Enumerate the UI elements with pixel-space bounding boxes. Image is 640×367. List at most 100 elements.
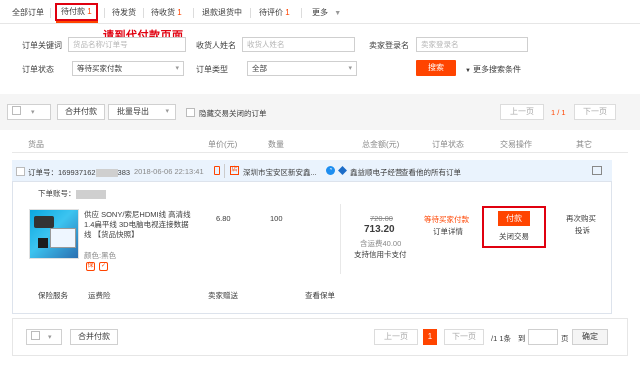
chevron-down-icon: ▼ <box>334 10 342 17</box>
view-policy-link[interactable]: 查看保单 <box>305 290 335 301</box>
receiver-input[interactable]: 收货人姓名 <box>242 37 355 52</box>
prev-page-button[interactable]: 上一页 <box>374 329 418 345</box>
tab-divider <box>50 8 51 18</box>
current-page-button[interactable]: 1 <box>423 329 437 345</box>
column-header-unit-price: 单价(元) <box>208 140 238 149</box>
seller-name-link[interactable]: 深圳市宝安区新安鑫... <box>243 167 317 178</box>
tab-label: 待评价 <box>259 8 283 17</box>
column-header-other: 其它 <box>576 140 592 149</box>
select-all-checkbox[interactable] <box>12 106 21 115</box>
column-header-actions: 交易操作 <box>500 140 532 149</box>
sub-account: 下单账号： <box>38 188 106 199</box>
tab-count: 1 <box>177 8 182 17</box>
tab-label: 退款退货中 <box>202 8 242 17</box>
tab-divider <box>143 8 144 18</box>
tab-more[interactable]: 更多 ▼ <box>312 6 341 20</box>
chevron-down-icon: ▾ <box>348 65 352 72</box>
unit-price: 6.80 <box>216 214 231 223</box>
redacted-block <box>95 169 118 178</box>
batch-export-button[interactable]: 批量导出 ▾ <box>108 104 176 120</box>
order-type-label: 订单类型 <box>196 65 228 74</box>
column-divider <box>340 204 341 274</box>
tab-refunds[interactable]: 退款退货中 <box>202 6 242 20</box>
store-name-link[interactable]: 鑫益顺电子经营 <box>350 167 403 178</box>
order-type-select[interactable]: 全部 ▾ <box>247 61 357 76</box>
page-label: 页 <box>561 334 569 343</box>
order-number-label: 订单号： <box>28 168 58 177</box>
merge-pay-button[interactable]: 合并付款 <box>57 104 105 120</box>
order-status-select[interactable]: 等待买家付款 ▾ <box>72 61 184 76</box>
product-color: 颜色:黑色 <box>84 251 117 260</box>
divider <box>224 164 225 178</box>
tab-pending-receipt[interactable]: 待收货 1 <box>151 6 182 20</box>
seller-input[interactable]: 卖家登录名 <box>416 37 528 52</box>
credit-card-support: 支持信用卡支付 <box>354 250 407 259</box>
order-status-label: 订单状态 <box>22 65 54 74</box>
next-page-button[interactable]: 下一页 <box>574 104 616 120</box>
caret-down-icon: ▼ <box>465 68 471 74</box>
search-button[interactable]: 搜索 <box>416 60 456 76</box>
batch-export-label: 批量导出 <box>117 107 149 116</box>
order-datetime: 2018-06-06 22:13:41 <box>134 167 204 176</box>
page-indicator: 1 / 1 <box>551 108 566 117</box>
merge-pay-button[interactable]: 合并付款 <box>70 329 118 345</box>
rebuy-link[interactable]: 再次购买 <box>566 213 596 224</box>
insurance-service-label: 保险服务 <box>38 291 68 300</box>
confirm-button[interactable]: 确定 <box>572 329 608 345</box>
prev-page-button[interactable]: 上一页 <box>500 104 544 120</box>
quantity: 100 <box>270 214 283 223</box>
shipping-fee: 含运费40.00 <box>360 239 402 248</box>
goto-label: 到 <box>518 334 526 343</box>
close-trade-link[interactable]: 关闭交易 <box>499 231 529 242</box>
store-icon: 店 <box>230 166 239 175</box>
next-page-button[interactable]: 下一页 <box>444 329 484 345</box>
tab-divider <box>250 8 251 18</box>
tab-count: 1 <box>285 8 290 17</box>
chevron-down-icon: ▾ <box>175 65 179 72</box>
product-image-cable <box>34 216 54 228</box>
hide-closed-label: 隐藏交易关闭的订单 <box>199 109 267 118</box>
order-details-link[interactable]: 订单详情 <box>433 226 463 237</box>
chevron-down-icon: ▾ <box>31 109 35 116</box>
trade-assurance-icon: ✓ <box>99 262 108 271</box>
original-total: 720.00 <box>370 214 393 223</box>
product-title-link[interactable]: 供应 SONY/索尼HDMI线 高清线 1.4扁平线 3D电脑电视连接数据线 【… <box>84 210 196 240</box>
more-conditions-link[interactable]: ▼ 更多搜索条件 <box>465 64 521 75</box>
chevron-down-icon: ▾ <box>48 334 52 341</box>
order-keyword-label: 订单关键词 <box>22 41 62 50</box>
flag-icon[interactable] <box>592 166 602 175</box>
tab-pending-payment[interactable]: 待付款 1 <box>55 3 98 21</box>
chat-icon[interactable]: ◔ <box>326 166 335 175</box>
column-header-quantity: 数量 <box>268 140 284 149</box>
select-all-checkbox[interactable] <box>31 331 40 340</box>
order-checkbox[interactable] <box>16 167 25 176</box>
receiver-label: 收货人姓名 <box>196 41 236 50</box>
order-number-suffix: 383 <box>117 168 131 177</box>
column-header-status: 订单状态 <box>432 140 464 149</box>
order-total: 713.20 <box>364 224 395 235</box>
total-pages: /1 1条 <box>491 334 512 343</box>
tab-pending-review[interactable]: 待评价 1 <box>259 6 290 20</box>
tabs-divider <box>0 23 640 24</box>
select-all-dropdown[interactable]: ▾ <box>26 329 62 345</box>
seller-label: 卖家登录名 <box>369 41 409 50</box>
product-thumbnail[interactable] <box>29 209 79 259</box>
tab-label: 待付款 <box>61 7 85 16</box>
goto-page-input[interactable] <box>528 329 558 345</box>
tab-all-orders[interactable]: 全部订单 <box>12 6 44 20</box>
select-value: 全部 <box>252 64 267 73</box>
tab-pending-shipment[interactable]: 待发货 <box>112 6 136 20</box>
hide-closed-checkbox[interactable] <box>186 108 195 117</box>
column-header-total: 总金额(元) <box>362 140 400 149</box>
product-image-box <box>50 228 76 248</box>
select-all-dropdown[interactable]: ▾ <box>7 104 51 120</box>
pay-button[interactable]: 付款 <box>498 211 530 226</box>
view-all-orders-link[interactable]: 查看他的所有订单 <box>401 167 461 178</box>
sub-account-label: 下单账号： <box>38 189 76 198</box>
tab-label: 待收货 <box>151 8 175 17</box>
order-keyword-input[interactable]: 货品名称/订单号 <box>68 37 186 52</box>
complain-link[interactable]: 投诉 <box>575 225 590 236</box>
redacted-block <box>75 189 106 199</box>
seller-gift-label: 卖家赠送 <box>208 291 238 300</box>
product-image-connector <box>38 238 48 248</box>
